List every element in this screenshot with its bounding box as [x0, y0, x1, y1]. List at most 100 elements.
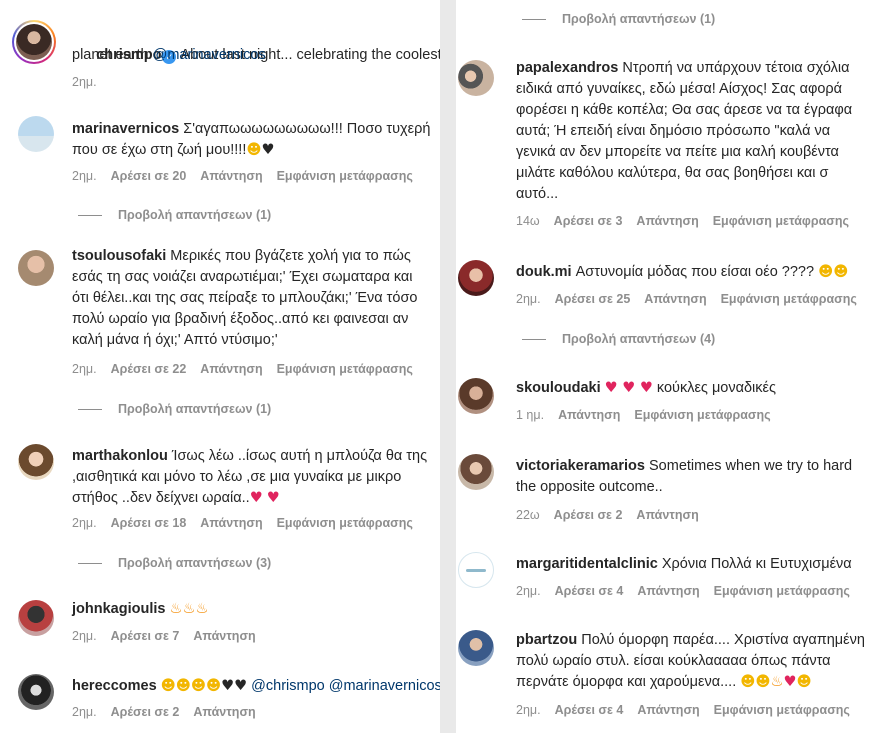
comment-text: Μερικές που βγάζετε χολή για το πώς [170, 248, 411, 264]
avatar[interactable] [458, 378, 494, 414]
avatar[interactable] [458, 60, 494, 96]
username[interactable]: marthakonlou [72, 448, 168, 464]
avatar[interactable] [458, 552, 494, 588]
translate-button[interactable]: Εμφάνιση μετάφρασης [277, 516, 413, 530]
fire-emoji-icon: ♨♨♨ [169, 601, 209, 617]
avatar[interactable] [18, 250, 54, 286]
fire-emoji-icon: ♨ [770, 674, 784, 690]
comment-text: κούκλες μοναδικές [656, 380, 776, 396]
grin-emoji-icon: ☻☻☻☻ [160, 678, 222, 694]
black-heart-icon: ♥ [261, 142, 275, 158]
view-replies-button[interactable]: Προβολή απαντήσεων (4) [522, 332, 715, 346]
translate-button[interactable]: Εμφάνιση μετάφρασης [714, 703, 850, 717]
comment-text-line: πολύ ωραίο στυλ. είσαι κούκλααααα όπως π… [516, 653, 831, 669]
username[interactable]: papalexandros [516, 60, 618, 76]
username[interactable]: douk.mi [516, 264, 572, 280]
likes-count[interactable]: Αρέσει σε 2 [554, 508, 623, 522]
likes-count[interactable]: Αρέσει σε 4 [555, 703, 624, 717]
comment-text: Χρόνια Πολλά κι Ευτυχισμένα [661, 556, 852, 572]
username[interactable]: hereccomes [72, 678, 157, 694]
comment-time: 14ω [516, 214, 540, 228]
translate-button[interactable]: Εμφάνιση μετάφρασης [634, 408, 770, 422]
comment-time: 2ημ. [516, 584, 541, 598]
red-heart-icon: ♥ [266, 490, 280, 506]
translate-button[interactable]: Εμφάνιση μετάφρασης [714, 584, 850, 598]
likes-count[interactable]: Αρέσει σε 25 [555, 292, 631, 306]
left-comments-panel: chrismpo ✓ About last night... celebrating… [0, 0, 440, 733]
comment-time: 2ημ. [72, 516, 97, 530]
avatar[interactable] [18, 116, 54, 152]
comment-text: Sometimes when we try to hard [649, 458, 853, 474]
view-replies-button[interactable]: Προβολή απαντήσεων (1) [78, 402, 271, 416]
reply-button[interactable]: Απάντηση [636, 508, 698, 522]
reply-button[interactable]: Απάντηση [200, 169, 262, 183]
comment-time: 2ημ. [72, 629, 97, 643]
username[interactable]: tsoulousofaki [72, 248, 166, 264]
avatar[interactable] [18, 444, 54, 480]
red-heart-icon: ♥ ♥ ♥ [604, 380, 653, 396]
mention-link[interactable]: @chrismpo @marinavernicos [251, 678, 440, 694]
comment-text-line: αυτό... [516, 186, 559, 202]
avatar[interactable] [458, 260, 494, 296]
caption-text-line2: planet earth [72, 47, 149, 63]
likes-count[interactable]: Αρέσει σε 22 [111, 362, 187, 376]
username[interactable]: margaritidentalclinic [516, 556, 658, 572]
likes-count[interactable]: Αρέσει σε 20 [111, 169, 187, 183]
reply-button[interactable]: Απάντηση [193, 705, 255, 719]
likes-count[interactable]: Αρέσει σε 2 [111, 705, 180, 719]
translate-button[interactable]: Εμφάνιση μετάφρασης [721, 292, 857, 306]
comment-text: Ίσως λέω ..ίσως αυτή η μπλούζα θα της [171, 448, 428, 464]
view-replies-button[interactable]: Προβολή απαντήσεων (3) [78, 556, 271, 570]
username[interactable]: marinavernicos [72, 121, 179, 137]
avatar[interactable] [458, 630, 494, 666]
comment-text: Ντροπή να υπάρχουν τέτοια σχόλια [622, 60, 850, 76]
likes-count[interactable]: Αρέσει σε 18 [111, 516, 187, 530]
reply-button[interactable]: Απάντηση [637, 703, 699, 717]
comment-text-line: ότι θέλει..και της σας πείραξε το μπλουζ… [72, 290, 418, 306]
comment-time: 2ημ. [72, 362, 97, 376]
comment-text-line: που σε έχω στη ζωή μου!!!! [72, 142, 247, 158]
comment-text-line: περνάτε όμορφα και χαρούμενα.... [516, 674, 737, 690]
reply-button[interactable]: Απάντηση [200, 362, 262, 376]
comment-text-line: γενικά αν δεν μπορείτε να πείτε μια καλή… [516, 144, 839, 160]
translate-button[interactable]: Εμφάνιση μετάφρασης [277, 169, 413, 183]
likes-count[interactable]: Αρέσει σε 3 [554, 214, 623, 228]
username[interactable]: pbartzou [516, 632, 577, 648]
reply-button[interactable]: Απάντηση [558, 408, 620, 422]
comment-text-line: the opposite outcome.. [516, 479, 663, 495]
view-replies-button[interactable]: Προβολή απαντήσεων (1) [522, 12, 715, 26]
comment-text-line: εσάς τη σας νοιάζει αναρωτιέμαι;' Έχει σ… [72, 269, 413, 285]
black-heart-icon: ♥♥ [221, 678, 248, 694]
red-heart-icon: ♥ [783, 674, 797, 690]
comment-text-line: αυτά; Ή επειδή είναι δημόσιο πρόσωπο "κα… [516, 123, 831, 139]
avatar[interactable] [18, 600, 54, 636]
avatar[interactable] [458, 454, 494, 490]
comment-time: 2ημ. [516, 703, 541, 717]
username[interactable]: victoriakeramarios [516, 458, 645, 474]
comment-text-line: καλή μάνα ή όχι;' Απτό ντύσιμο;' [72, 332, 278, 348]
right-comments-panel: Προβολή απαντήσεων (1) papalexandros Ντρ… [456, 0, 880, 733]
comment-text: Σ'αγαπωωωωωωωωω!!! Ποσο τυχερή [183, 121, 431, 137]
reply-button[interactable]: Απάντηση [636, 214, 698, 228]
comment-time: 22ω [516, 508, 540, 522]
reply-button[interactable]: Απάντηση [200, 516, 262, 530]
username[interactable]: skouloudaki [516, 380, 601, 396]
heart-eyes-emoji-icon: ☻ [796, 674, 812, 690]
comment-time: 1 ημ. [516, 408, 545, 422]
likes-count[interactable]: Αρέσει σε 4 [555, 584, 624, 598]
reply-button[interactable]: Απάντηση [193, 629, 255, 643]
reply-button[interactable]: Απάντηση [637, 584, 699, 598]
reply-button[interactable]: Απάντηση [644, 292, 706, 306]
likes-count[interactable]: Αρέσει σε 7 [111, 629, 180, 643]
view-replies-button[interactable]: Προβολή απαντήσεων (1) [78, 208, 271, 222]
comment-time: 2ημ. [72, 705, 97, 719]
username[interactable]: johnkagioulis [72, 601, 165, 617]
avatar[interactable] [12, 20, 56, 64]
comment-text-line: φορέσει η κάθε κοπέλα; Θα σας άρεσε να τ… [516, 102, 853, 118]
comment-text-line: ,αισθητικά και μόνο το λέω ,σε μια γυναί… [72, 469, 402, 485]
comment-text: Αστυνομία μόδας που είσαι οέο ???? [575, 264, 815, 280]
mention-link[interactable]: @marinavernicos [153, 47, 266, 63]
translate-button[interactable]: Εμφάνιση μετάφρασης [713, 214, 849, 228]
avatar[interactable] [18, 674, 54, 710]
translate-button[interactable]: Εμφάνιση μετάφρασης [277, 362, 413, 376]
